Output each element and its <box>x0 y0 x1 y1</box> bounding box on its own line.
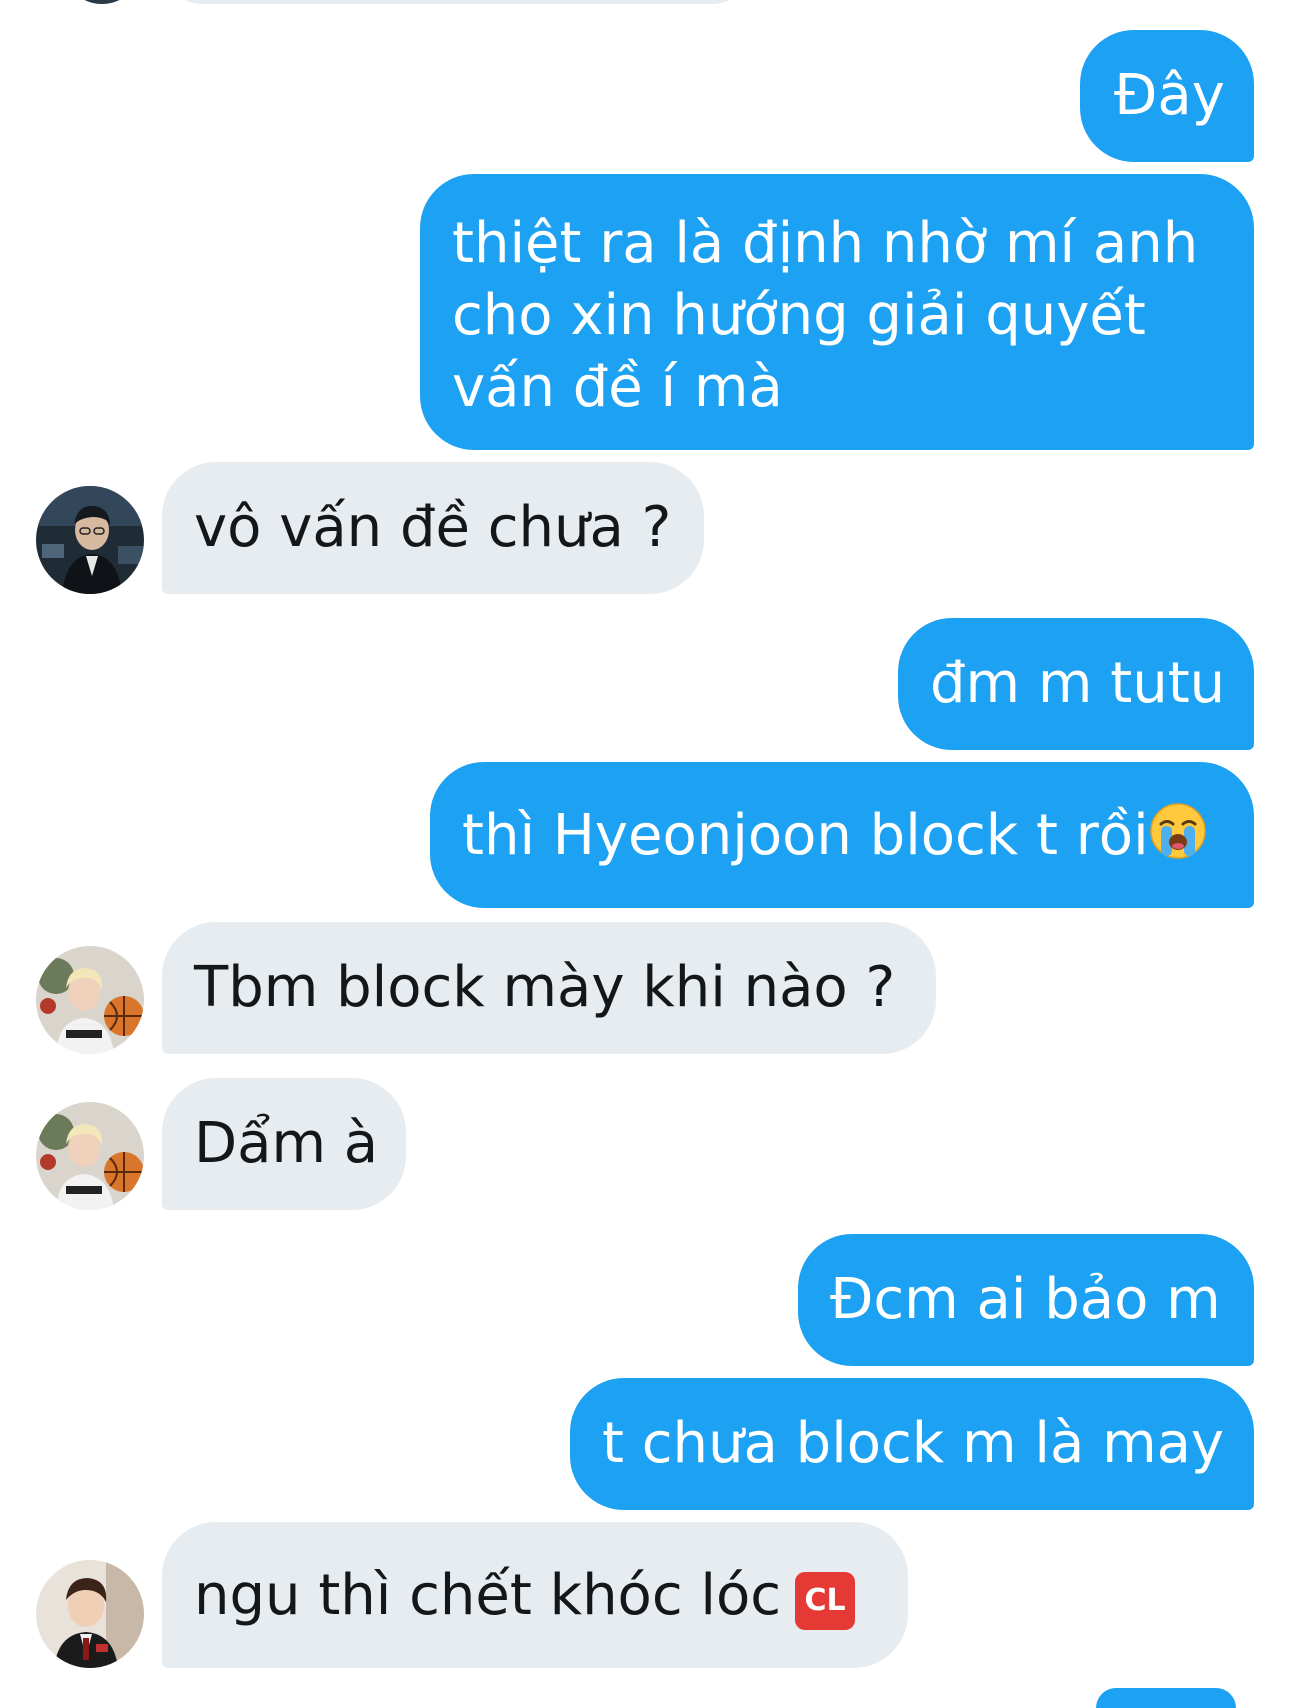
avatar[interactable] <box>62 0 142 4</box>
conversation-view: Đây thiệt ra là định nhờ mí anh cho xin … <box>0 0 1290 1708</box>
outgoing-message[interactable]: thiệt ra là định nhờ mí anh cho xin hướn… <box>420 174 1254 450</box>
incoming-message[interactable]: Tbm block mày khi nào ? <box>162 922 936 1054</box>
incoming-message[interactable]: Dẩm à <box>162 1078 406 1210</box>
message-text: đm m tutu <box>930 651 1226 716</box>
outgoing-message[interactable]: đm m tutu <box>898 618 1254 750</box>
message-text-row: ngu thì chết khóc lóc CL <box>194 1560 876 1632</box>
loudly-crying-face-icon <box>1149 802 1207 878</box>
outgoing-message[interactable]: Đcm ai bảo m <box>798 1234 1254 1366</box>
message-text-line: vấn đề í mà <box>452 355 783 420</box>
avatar[interactable] <box>36 1102 144 1210</box>
incoming-message[interactable]: vô vấn đề chưa ? <box>162 462 704 594</box>
message-text: ngu thì chết khóc lóc <box>194 1563 782 1628</box>
message-text-row: thì Hyeonjoon block t rồi <box>462 800 1224 878</box>
message-bubble-partial <box>162 0 752 4</box>
outgoing-message[interactable]: t chưa block m là may <box>570 1378 1254 1510</box>
message-text: Tbm block mày khi nào ? <box>194 955 896 1020</box>
message-text: t chưa block m là may <box>602 1411 1225 1476</box>
incoming-message[interactable]: ngu thì chết khóc lóc CL <box>162 1522 908 1668</box>
message-text: vô vấn đề chưa ? <box>194 495 672 560</box>
message-text: Đcm ai bảo m <box>830 1267 1221 1332</box>
message-text: thì Hyeonjoon block t rồi <box>462 803 1149 868</box>
avatar[interactable] <box>36 486 144 594</box>
outgoing-message[interactable]: Đây <box>1080 30 1254 162</box>
cl-button-icon: CL <box>795 1572 856 1630</box>
message-text-line: thiệt ra là định nhờ mí anh <box>452 211 1199 276</box>
outgoing-message[interactable]: thì Hyeonjoon block t rồi <box>430 762 1254 908</box>
avatar[interactable] <box>36 1560 144 1668</box>
message-text-line: cho xin hướng giải quyết <box>452 283 1146 348</box>
message-bubble-partial <box>1096 1688 1236 1708</box>
avatar[interactable] <box>36 946 144 1054</box>
message-text: Đây <box>1114 63 1225 128</box>
message-text: Dẩm à <box>194 1111 379 1176</box>
